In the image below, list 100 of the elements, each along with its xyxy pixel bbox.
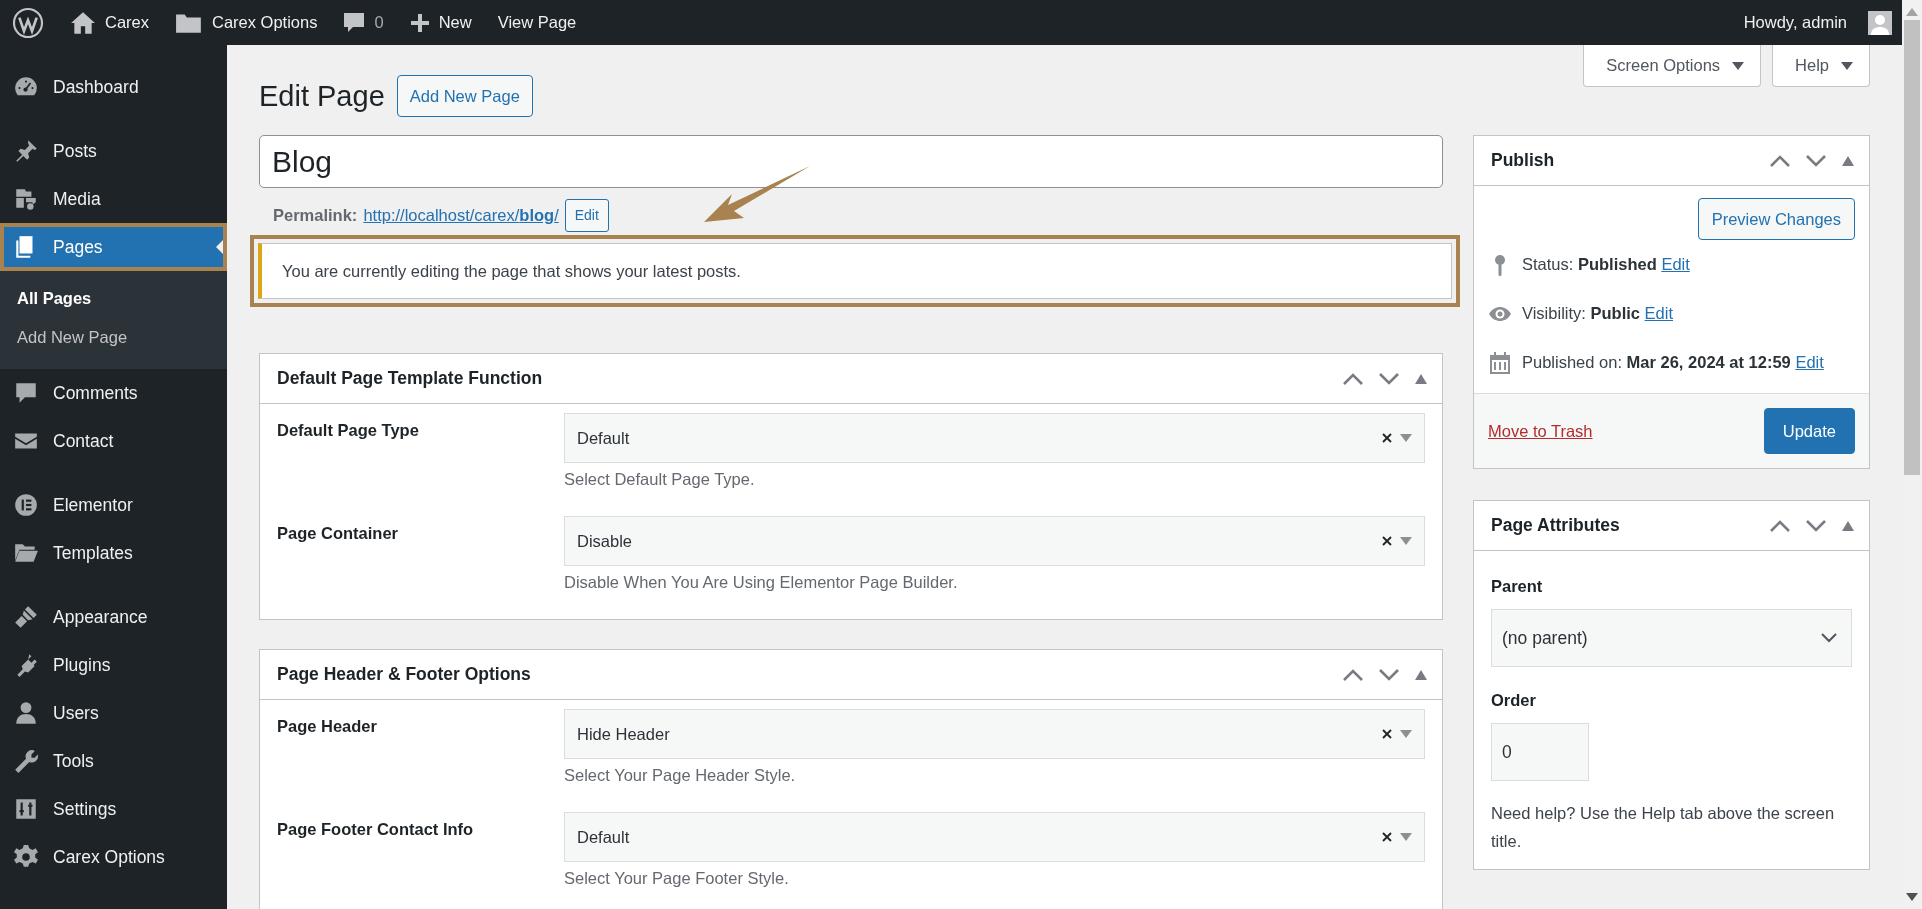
theme-options-link[interactable]: Carex Options — [175, 0, 318, 45]
help-text: Need help? Use the Help tab above the screen title. — [1491, 803, 1836, 852]
menu-item[interactable]: Comments — [0, 369, 227, 417]
title-field[interactable]: Blog — [259, 135, 1443, 188]
preview-changes-button[interactable]: Preview Changes — [1697, 198, 1855, 240]
caret-down-icon — [1400, 730, 1412, 738]
help-tab[interactable]: Help — [1772, 45, 1870, 87]
clear-icon[interactable] — [1382, 433, 1392, 443]
home-icon — [70, 10, 96, 35]
chevron-down-icon[interactable] — [1805, 518, 1827, 533]
field-hint: Disable When You Are Using Elementor Page Builder. — [564, 572, 959, 592]
clear-icon[interactable] — [1382, 832, 1392, 842]
panel-title: Page Attributes — [1491, 515, 1621, 536]
menu-item[interactable]: Contact — [0, 417, 227, 465]
panel-title: Default Page Template Function — [277, 368, 544, 389]
field-label: Page Footer Contact Info — [277, 819, 475, 840]
field-hint: Select Your Page Footer Style. — [564, 868, 790, 888]
chevron-up-icon[interactable] — [1769, 518, 1791, 533]
brush-icon — [13, 604, 39, 630]
edit-link[interactable]: Edit — [1795, 353, 1824, 371]
comments-link[interactable]: 0 — [343, 0, 384, 45]
field-label: Default Page Type — [277, 420, 420, 441]
notice-message: You are currently editing the page that shows your latest posts. — [258, 243, 1452, 299]
plus-icon — [409, 12, 430, 33]
select-field[interactable]: Disable — [564, 516, 1425, 566]
chevron-up-icon[interactable] — [1342, 667, 1364, 682]
caret-down-icon — [1400, 537, 1412, 545]
menu-item[interactable]: Dashboard — [0, 63, 227, 111]
site-link[interactable]: Carex — [70, 0, 149, 45]
scroll-up-icon[interactable] — [1906, 8, 1918, 16]
pin-icon — [13, 138, 39, 164]
wrench-icon — [13, 748, 39, 774]
publish-detail: Status: Published Edit — [1522, 255, 1690, 274]
permalink-label: Permalink: — [273, 205, 358, 225]
edit-link[interactable]: Edit — [1644, 304, 1673, 322]
menu-item[interactable]: Settings — [0, 785, 227, 833]
chevron-up-icon[interactable] — [1342, 371, 1364, 386]
menu-item[interactable]: Plugins — [0, 641, 227, 689]
field-hint: Select Your Page Header Style. — [564, 765, 797, 785]
select-field[interactable]: Default — [564, 812, 1425, 862]
menu-item[interactable]: Templates — [0, 529, 227, 577]
field-hint: Select Default Page Type. — [564, 469, 756, 489]
calendar-icon — [1488, 350, 1512, 375]
panel-title: Page Header & Footer Options — [277, 664, 532, 685]
page-title: Edit Page — [259, 79, 385, 113]
collapse-toggle-icon[interactable] — [1841, 154, 1855, 167]
menu-item[interactable]: Media — [0, 175, 227, 223]
chevron-down-icon[interactable] — [1805, 153, 1827, 168]
logo-icon — [12, 6, 44, 39]
edit-permalink-button[interactable]: Edit — [564, 198, 609, 232]
account-menu[interactable]: Howdy, admin — [1743, 0, 1892, 45]
collapse-toggle-icon[interactable] — [1841, 519, 1855, 532]
menu-item[interactable]: Elementor — [0, 481, 227, 529]
menu-item[interactable]: Tools — [0, 737, 227, 785]
publish-detail: Visibility: Public Edit — [1522, 304, 1673, 323]
field-label: Order — [1491, 690, 1537, 711]
submenu-item[interactable]: Add New Page — [0, 318, 227, 357]
edit-link[interactable]: Edit — [1661, 255, 1690, 273]
caret-down-icon — [1400, 833, 1412, 841]
clear-icon[interactable] — [1382, 536, 1392, 546]
scroll-down-icon[interactable] — [1906, 893, 1918, 901]
gear-icon — [13, 844, 39, 870]
elementor-icon — [13, 492, 39, 518]
update-button[interactable]: Update — [1763, 408, 1855, 454]
avatar-icon — [1868, 10, 1892, 35]
chevron-down-icon — [1821, 633, 1837, 643]
publish-detail: Published on: Mar 26, 2024 at 12:59 Edit — [1522, 353, 1824, 372]
user-icon — [13, 700, 39, 726]
panel-title: Publish — [1491, 150, 1556, 171]
move-to-trash-link[interactable]: Move to Trash — [1488, 421, 1593, 441]
select-field[interactable]: Default — [564, 413, 1425, 463]
chevron-down-icon[interactable] — [1378, 371, 1400, 386]
field-label: Page Header — [277, 716, 378, 737]
field-label: Parent — [1491, 576, 1544, 597]
screen-options-tab[interactable]: Screen Options — [1583, 45, 1762, 87]
sliders-icon — [13, 796, 39, 822]
menu-item[interactable]: Carex Options — [0, 833, 227, 881]
media-icon — [13, 186, 39, 212]
new-content-link[interactable]: New — [409, 0, 472, 45]
collapse-toggle-icon[interactable] — [1414, 668, 1428, 681]
caret-down-icon — [1841, 61, 1853, 70]
menu-item[interactable]: Posts — [0, 127, 227, 175]
current-indicator-icon — [216, 240, 223, 254]
field-label: Page Container — [277, 523, 400, 544]
menu-item[interactable]: Users — [0, 689, 227, 737]
collapse-toggle-icon[interactable] — [1414, 372, 1428, 385]
chevron-up-icon[interactable] — [1769, 153, 1791, 168]
clear-icon[interactable] — [1382, 729, 1392, 739]
menu-item[interactable]: Pages — [0, 223, 227, 271]
caret-down-icon — [1400, 434, 1412, 442]
menu-item[interactable]: Appearance — [0, 593, 227, 641]
comment-icon — [343, 11, 366, 34]
view-page-link[interactable]: View Page — [497, 0, 577, 45]
submenu-item[interactable]: All Pages — [0, 279, 227, 318]
parent-select[interactable]: (no parent) — [1491, 609, 1852, 667]
add-new-page-button[interactable]: Add New Page — [396, 75, 533, 117]
select-field[interactable]: Hide Header — [564, 709, 1425, 759]
order-field[interactable]: 0 — [1491, 723, 1589, 781]
chevron-down-icon[interactable] — [1378, 667, 1400, 682]
permalink-link[interactable]: http://localhost/carex/blog/ — [363, 205, 559, 225]
